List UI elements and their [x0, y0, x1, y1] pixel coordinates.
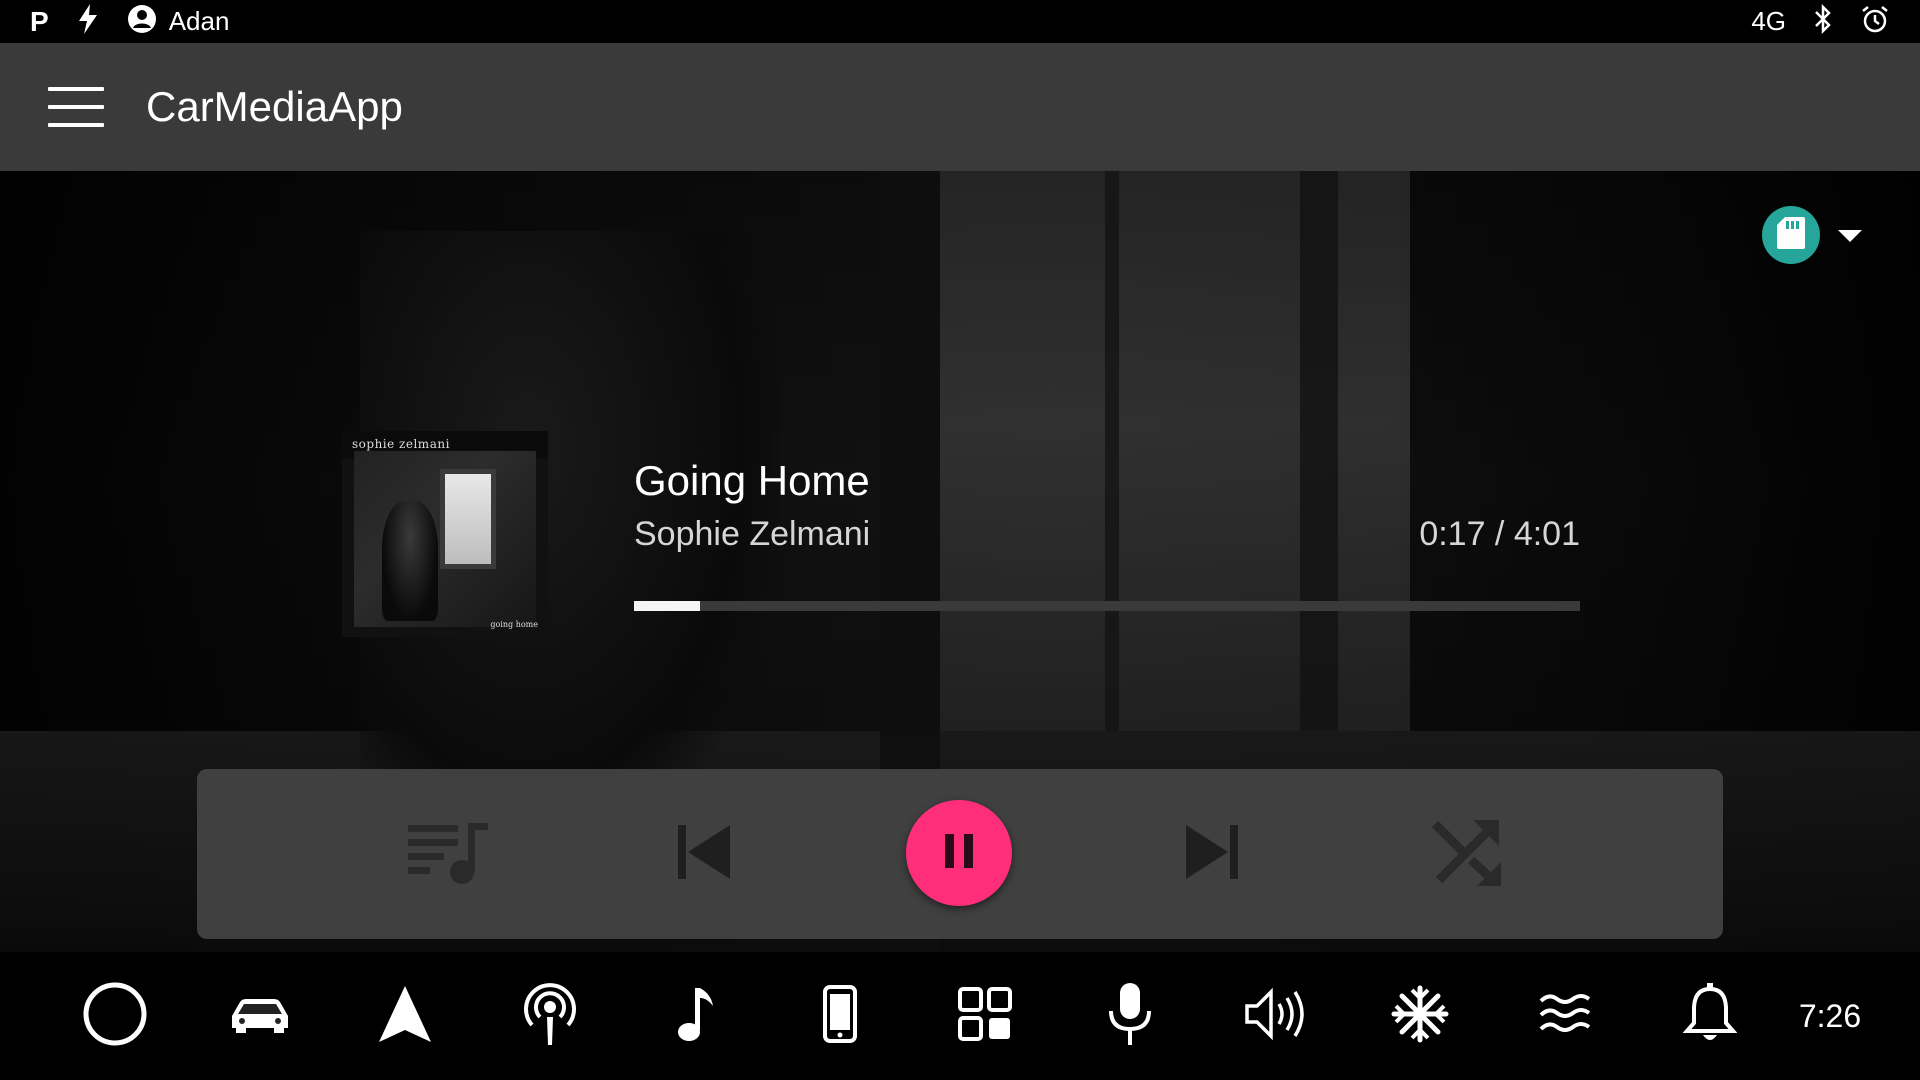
background-window — [940, 171, 1410, 731]
apps-grid-icon — [957, 986, 1013, 1047]
menu-button[interactable] — [48, 87, 104, 127]
previous-button[interactable] — [644, 769, 764, 939]
notifications-icon — [1682, 982, 1738, 1050]
nav-music[interactable] — [645, 966, 745, 1066]
shuffle-button[interactable] — [1407, 769, 1527, 939]
nav-podcast[interactable] — [500, 966, 600, 1066]
album-art-artist-text: sophie zelmani — [352, 437, 450, 451]
playback-controls — [197, 769, 1723, 939]
nav-home[interactable] — [65, 966, 165, 1066]
phone-icon — [822, 984, 858, 1049]
queue-button[interactable] — [389, 769, 509, 939]
nav-navigation[interactable] — [355, 966, 455, 1066]
nav-apps[interactable] — [935, 966, 1035, 1066]
app-title: CarMediaApp — [146, 83, 403, 130]
seek-bar[interactable] — [634, 601, 1580, 611]
home-icon — [82, 981, 148, 1052]
now-playing-area: sophie zelmani going home Going Home Sop… — [0, 171, 1920, 952]
clock: 7:26 — [1798, 998, 1862, 1034]
background-frame — [1105, 171, 1119, 731]
microphone-icon — [1105, 981, 1155, 1052]
album-art-title-text: going home — [490, 620, 538, 629]
status-right: 4G — [1751, 3, 1890, 39]
album-art-window — [440, 469, 496, 569]
track-artist: Sophie Zelmani — [634, 515, 871, 553]
heat-icon — [1537, 989, 1593, 1044]
network-indicator: 4G — [1751, 6, 1786, 36]
pause-button[interactable] — [906, 800, 1012, 906]
next-button[interactable] — [1152, 769, 1272, 939]
status-bar: P Adan 4G — [0, 0, 1920, 43]
skip-previous-icon — [674, 822, 734, 887]
nav-notifications[interactable] — [1660, 966, 1760, 1066]
account-icon — [127, 4, 157, 39]
source-dropdown-arrow[interactable] — [1838, 230, 1862, 242]
bottom-navigation: 7:26 — [0, 952, 1920, 1080]
menu-line — [48, 105, 104, 109]
podcast-icon — [520, 981, 580, 1052]
nav-phone[interactable] — [790, 966, 890, 1066]
album-art: sophie zelmani going home — [342, 431, 548, 637]
volume-icon — [1243, 986, 1307, 1047]
track-time: 0:17 / 4:01 — [1419, 515, 1580, 553]
track-title: Going Home — [634, 457, 870, 504]
user-name: Adan — [168, 6, 230, 36]
nav-volume[interactable] — [1225, 966, 1325, 1066]
navigation-icon — [375, 984, 435, 1049]
menu-line — [48, 87, 104, 91]
nav-car[interactable] — [210, 966, 310, 1066]
menu-line — [48, 123, 104, 127]
parking-indicator: P — [30, 5, 49, 37]
alarm-icon — [1860, 4, 1890, 39]
pause-icon — [943, 833, 975, 873]
user-indicator: Adan — [127, 4, 230, 39]
car-icon — [228, 994, 292, 1039]
skip-next-icon — [1182, 822, 1242, 887]
seek-bar-progress — [634, 601, 700, 611]
sd-card-icon — [1776, 216, 1806, 255]
app-bar: CarMediaApp — [0, 43, 1920, 171]
queue-music-icon — [404, 817, 494, 892]
nav-voice[interactable] — [1080, 966, 1180, 1066]
background-frame — [1300, 171, 1338, 731]
bolt-icon — [77, 4, 99, 39]
album-art-figure — [382, 501, 438, 621]
nav-climate-fan[interactable] — [1370, 966, 1470, 1066]
bluetooth-icon — [1812, 3, 1834, 39]
nav-climate-heat[interactable] — [1515, 966, 1615, 1066]
fan-icon — [1390, 984, 1450, 1049]
music-note-icon — [673, 984, 717, 1049]
shuffle-icon — [1429, 814, 1505, 895]
status-left: P Adan — [30, 4, 229, 39]
media-source-button[interactable] — [1762, 206, 1820, 264]
